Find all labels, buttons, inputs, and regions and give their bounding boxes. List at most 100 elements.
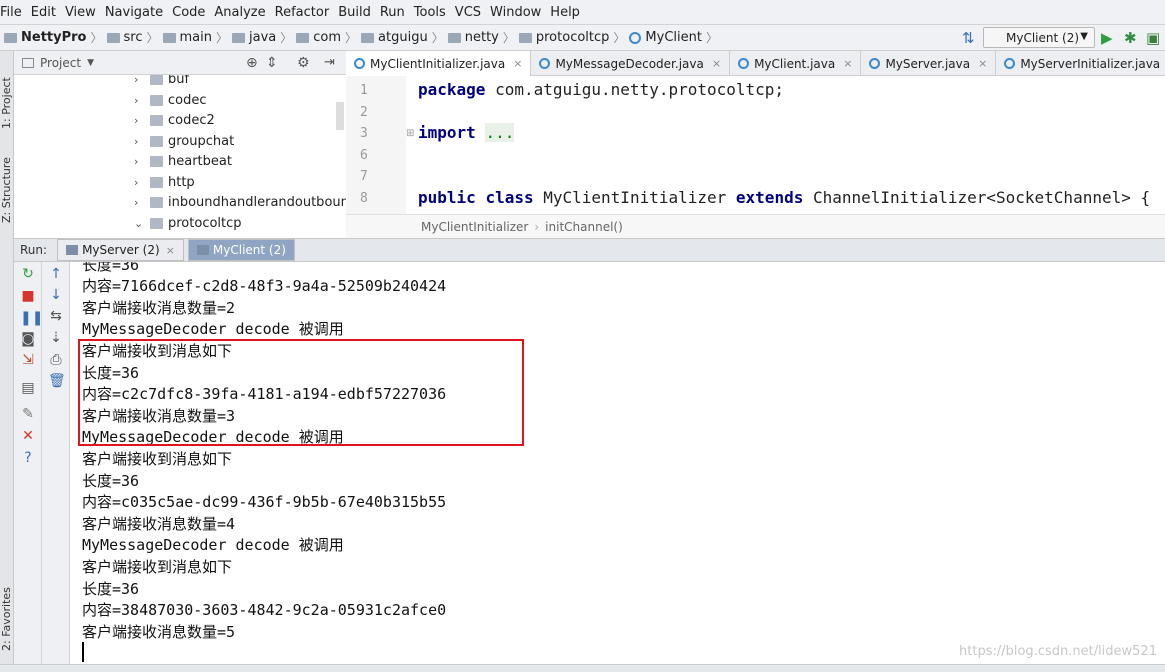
- favorites-tool-label[interactable]: 2: Favorites: [0, 571, 14, 651]
- run-tab-myserver[interactable]: MyServer (2) ×: [57, 239, 184, 261]
- close-icon[interactable]: ✕: [20, 428, 36, 444]
- breadcrumb-project[interactable]: NettyPro 〉: [4, 29, 103, 46]
- chevron-down-icon[interactable]: ▼: [87, 58, 94, 68]
- tree-item-codec[interactable]: › codec: [134, 90, 207, 110]
- pin-icon[interactable]: ✎: [20, 406, 36, 422]
- hide-icon[interactable]: ⇥: [324, 55, 335, 70]
- arrow-down-icon[interactable]: ↓: [48, 287, 64, 303]
- tab-myserver[interactable]: MyServer.java ×: [861, 51, 997, 76]
- chevron-right-icon[interactable]: ›: [134, 135, 150, 148]
- arrow-up-icon[interactable]: ↑: [48, 266, 64, 282]
- target-icon[interactable]: ⊕: [246, 55, 258, 71]
- tab-myclient[interactable]: MyClient.java ×: [730, 51, 862, 76]
- chevron-right-icon[interactable]: ›: [134, 114, 150, 127]
- folder-icon: [106, 32, 120, 43]
- rerun-icon[interactable]: ↻: [20, 266, 36, 282]
- menu-vcs[interactable]: VCS: [454, 5, 487, 20]
- breadcrumb-method[interactable]: initChannel(): [545, 220, 623, 234]
- coverage-icon[interactable]: ▣: [1146, 29, 1160, 47]
- chevron-right-icon[interactable]: ›: [134, 75, 150, 86]
- sort-icon[interactable]: ⇅: [962, 29, 975, 47]
- run-icon[interactable]: ▶: [1101, 29, 1113, 47]
- scroll-to-end-icon[interactable]: ⇣: [48, 330, 64, 346]
- tab-myserverinitializer[interactable]: MyServerInitializer.java×: [996, 51, 1165, 76]
- collapse-icon[interactable]: ⇕: [266, 55, 278, 71]
- navigation-bar: NettyPro 〉 src 〉 main 〉 java 〉 com 〉 atguigu 〉…: [0, 25, 1165, 51]
- debug-icon[interactable]: ✱: [1124, 29, 1137, 47]
- run-tab-myclient[interactable]: MyClient (2): [187, 239, 295, 261]
- breadcrumb-main[interactable]: main 〉: [162, 29, 228, 46]
- soft-wrap-icon[interactable]: ⇆: [48, 308, 64, 324]
- help-icon[interactable]: ?: [20, 450, 36, 466]
- run-title: Run:: [20, 243, 48, 257]
- class-icon: [1004, 58, 1016, 69]
- breadcrumb-atguigu[interactable]: atguigu 〉: [361, 29, 444, 46]
- close-icon[interactable]: ×: [843, 57, 852, 70]
- folder-icon: [447, 32, 461, 43]
- console-line: 客户端接收消息数量=2: [82, 299, 236, 317]
- close-icon[interactable]: ×: [978, 57, 987, 70]
- code-editor[interactable]: 1 2 3 6 7 8 ⊞ package com.atguigu.netty.…: [346, 76, 1165, 214]
- close-icon[interactable]: ×: [712, 57, 721, 70]
- menu-tools[interactable]: Tools: [413, 5, 452, 20]
- tree-item-inbound[interactable]: › inboundhandlerandoutboundh: [134, 192, 346, 212]
- chevron-right-icon[interactable]: ›: [134, 176, 150, 189]
- pause-icon[interactable]: ❚❚: [20, 310, 43, 326]
- tree-item-http[interactable]: › http: [134, 172, 195, 192]
- breadcrumb-netty[interactable]: netty 〉: [447, 29, 515, 46]
- layout-icon[interactable]: ▤: [20, 380, 36, 396]
- breadcrumb-com[interactable]: com 〉: [296, 29, 357, 46]
- tab-mymessagedecoder[interactable]: MyMessageDecoder.java ×: [531, 51, 731, 76]
- close-icon[interactable]: ×: [513, 57, 522, 70]
- chevron-right-icon[interactable]: ›: [134, 155, 150, 168]
- tree-item-codec2[interactable]: › codec2: [134, 110, 215, 130]
- console-output[interactable]: 长度=36 内容=7166dcef-c2d8-48f3-9a4a-52509b2…: [70, 262, 1165, 672]
- tree-item-heartbeat[interactable]: › heartbeat: [134, 151, 232, 171]
- menu-help[interactable]: Help: [549, 5, 586, 20]
- menu-build[interactable]: Build: [337, 5, 377, 20]
- tree-item-buf[interactable]: › buf: [134, 75, 189, 89]
- line-number: 7: [360, 169, 368, 184]
- folded-imports[interactable]: ...: [485, 123, 515, 142]
- tab-myclientinitializer[interactable]: MyClientInitializer.java ×: [346, 51, 532, 76]
- structure-tool-label[interactable]: Z: Structure: [0, 143, 14, 223]
- menu-code[interactable]: Code: [171, 5, 211, 20]
- run-config-select[interactable]: MyClient (2) ▼: [983, 27, 1095, 48]
- folder-icon: [4, 32, 17, 43]
- menu-file[interactable]: File: [0, 5, 28, 20]
- menu-view[interactable]: View: [64, 5, 102, 20]
- fold-icon[interactable]: ⊞: [406, 128, 414, 139]
- menu-window[interactable]: Window: [489, 5, 547, 20]
- menu-navigate[interactable]: Navigate: [104, 5, 169, 20]
- tree-item-protocoltcp[interactable]: ⌄ protocoltcp: [134, 213, 242, 233]
- project-tool-label[interactable]: 1: Project: [0, 59, 14, 129]
- chevron-down-icon[interactable]: ⌄: [134, 217, 150, 230]
- chevron-right-icon[interactable]: ›: [134, 94, 150, 107]
- project-scrollbar[interactable]: [336, 102, 344, 130]
- line-number: 6: [360, 148, 368, 163]
- menu-analyze[interactable]: Analyze: [213, 5, 271, 20]
- console-line: MyMessageDecoder decode 被调用: [82, 536, 344, 554]
- breadcrumb-protocoltcp[interactable]: protocoltcp 〉: [518, 29, 625, 46]
- breadcrumb-java[interactable]: java 〉: [232, 29, 292, 46]
- breadcrumb-src[interactable]: src 〉: [106, 29, 159, 46]
- close-icon[interactable]: ×: [166, 244, 175, 257]
- chevron-right-icon[interactable]: ›: [134, 196, 150, 209]
- print-icon[interactable]: ⎙: [48, 352, 64, 368]
- menu-run[interactable]: Run: [379, 5, 411, 20]
- breadcrumb-myclient[interactable]: MyClient 〉: [629, 29, 718, 46]
- menu-edit[interactable]: Edit: [30, 5, 62, 20]
- stop-icon[interactable]: ■: [20, 288, 36, 304]
- project-panel-title[interactable]: Project: [40, 56, 81, 70]
- code-line-3: import ...: [418, 123, 515, 142]
- project-panel-header: Project ▼ ⊕ ⇕ ⚙ ⇥: [14, 51, 346, 75]
- gear-icon[interactable]: ⚙: [297, 55, 310, 71]
- trash-icon[interactable]: 🗑: [48, 373, 66, 389]
- class-icon: [738, 58, 750, 69]
- tree-item-groupchat[interactable]: › groupchat: [134, 131, 234, 151]
- exit-icon[interactable]: ⇲: [20, 352, 36, 368]
- menu-refactor[interactable]: Refactor: [274, 5, 336, 20]
- camera-icon[interactable]: ◙: [20, 331, 36, 347]
- breadcrumb-class[interactable]: MyClientInitializer: [421, 220, 528, 234]
- highlight-box: [78, 339, 524, 446]
